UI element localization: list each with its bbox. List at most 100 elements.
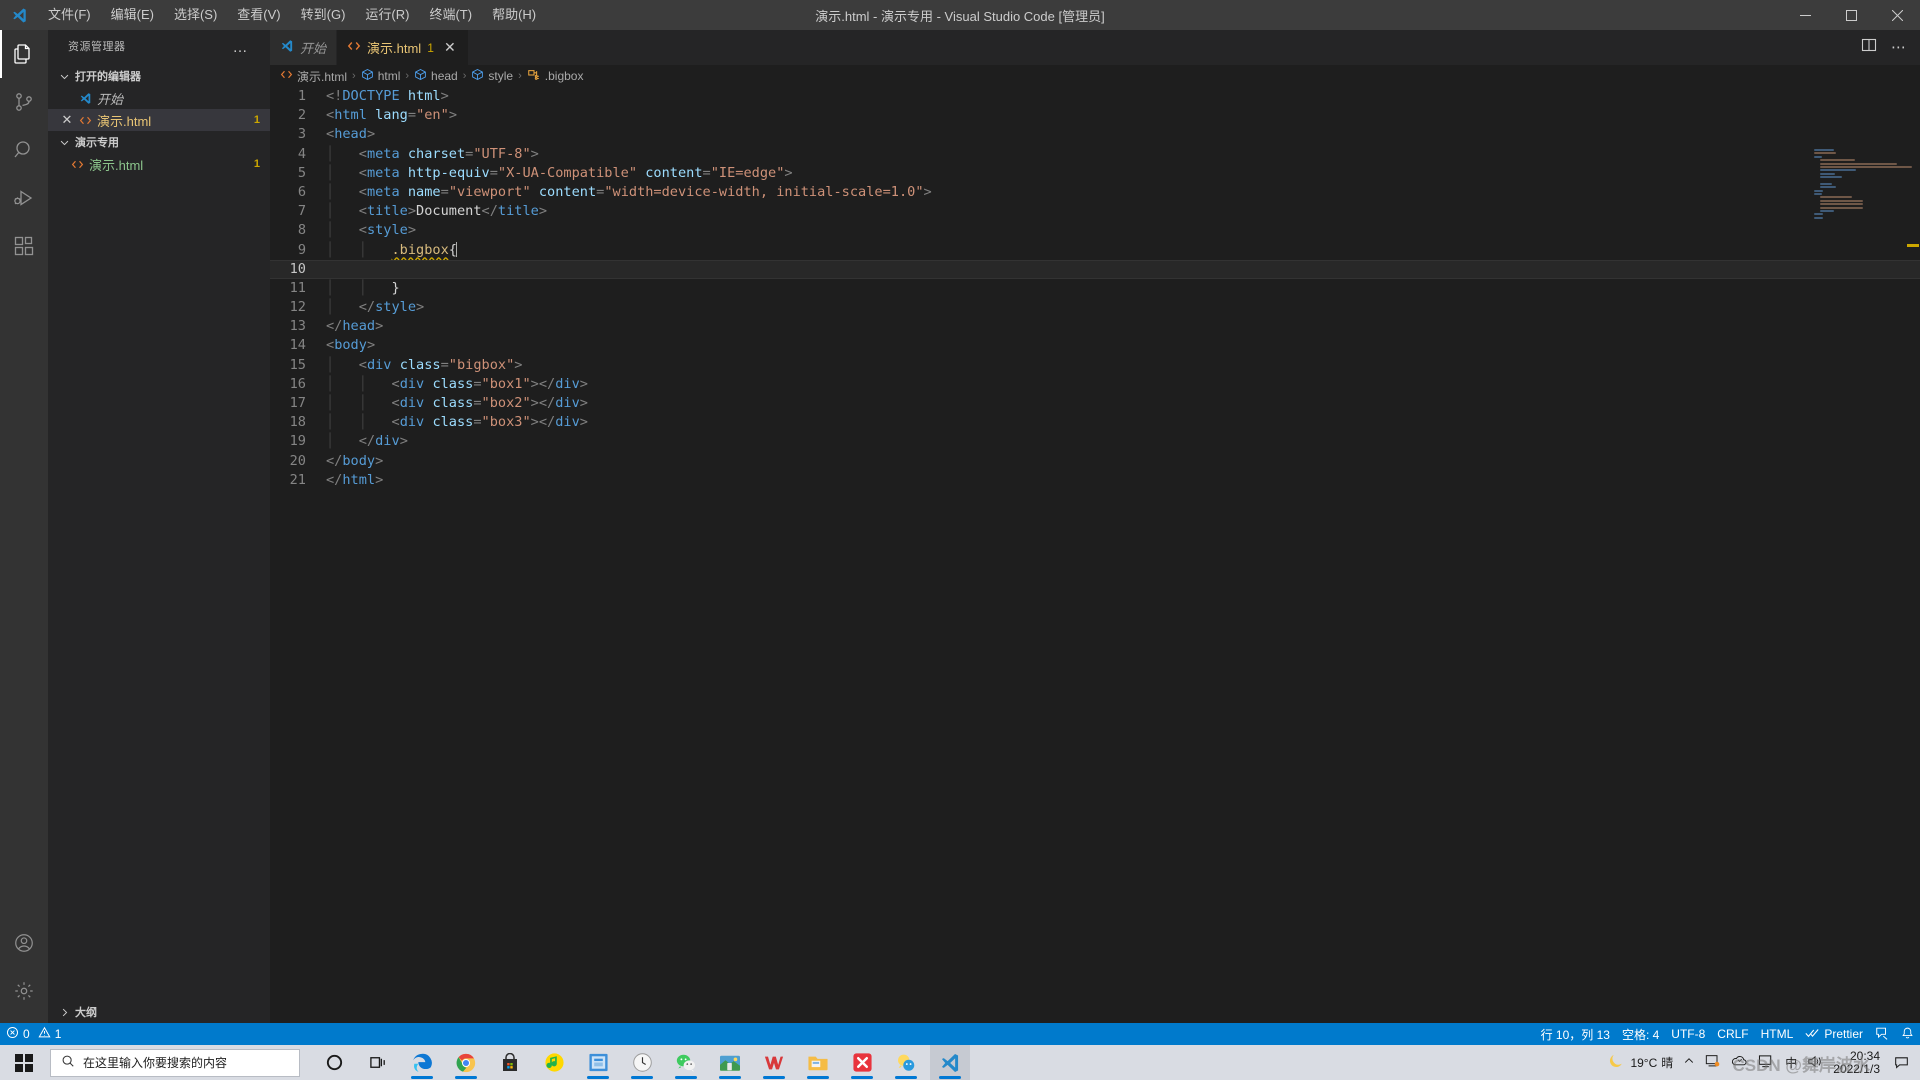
code-line[interactable]: 11 │ │ } [270,279,1920,298]
breadcrumb-item-style[interactable]: style [471,68,513,84]
code-line[interactable]: 9 │ │ .bigbox{ [270,241,1920,260]
code-line[interactable]: 17 │ │ <div class="box2"></div> [270,394,1920,413]
code-line[interactable]: 4 │ <meta charset="UTF-8"> [270,145,1920,164]
taskbar-winrar-icon[interactable] [710,1045,750,1080]
breadcrumb-item-head[interactable]: head [414,68,458,84]
status-notifications[interactable] [1895,1023,1920,1045]
status-eol[interactable]: CRLF [1711,1023,1754,1045]
menu-selection[interactable]: 选择(S) [164,0,227,30]
activity-source-control-icon[interactable] [0,78,48,126]
sidebar-more-icon[interactable]: … [233,30,251,65]
window-controls[interactable] [1782,0,1920,30]
minimize-button[interactable] [1782,0,1828,30]
code-line[interactable]: 6 │ <meta name="viewport" content="width=… [270,183,1920,202]
close-icon[interactable]: ✕ [58,112,76,128]
section-open-editors[interactable]: 打开的编辑器 [48,65,270,87]
close-button[interactable] [1874,0,1920,30]
code-line[interactable]: 15 │ <div class="bigbox"> [270,356,1920,375]
menu-run[interactable]: 运行(R) [355,0,419,30]
tray-onedrive-icon[interactable] [1731,1054,1748,1071]
menu-file[interactable]: 文件(F) [38,0,101,30]
warning-marker[interactable] [1907,244,1919,247]
menu-terminal[interactable]: 终端(T) [419,0,482,30]
tab-close-icon[interactable]: ✕ [442,39,458,56]
tray-clock[interactable]: 20:34 2022/1/3 [1833,1049,1880,1076]
taskbar-cortana-icon[interactable] [314,1045,354,1080]
status-problems[interactable]: 0 1 [0,1023,67,1045]
status-feedback[interactable] [1869,1023,1895,1045]
status-prettier[interactable]: Prettier [1799,1023,1869,1045]
tray-ime-icon[interactable]: 中 [1785,1054,1797,1071]
breadcrumb-label: style [488,69,514,83]
section-outline[interactable]: 大纲 [48,1001,270,1023]
code-line[interactable]: 20 </body> [270,452,1920,471]
activity-explorer-icon[interactable] [0,30,48,78]
code-line[interactable]: 21 </html> [270,471,1920,490]
prettier-label: Prettier [1824,1027,1863,1041]
more-actions-icon[interactable]: ⋯ [1891,40,1906,55]
taskbar-clock-app-icon[interactable] [622,1045,662,1080]
taskbar-task-view-icon[interactable] [358,1045,398,1080]
breadcrumb-item-file[interactable]: 演示.html [280,68,347,85]
code-lines[interactable]: 1 <!DOCTYPE html> 2 <html lang="en"> 3 <head>… [270,87,1920,490]
taskbar-chrome-icon[interactable] [446,1045,486,1080]
taskbar-qq-icon[interactable] [886,1045,926,1080]
tray-notification-icon[interactable] [1890,1055,1912,1070]
code-line[interactable]: 8 │ <style> [270,221,1920,240]
status-encoding[interactable]: UTF-8 [1665,1023,1711,1045]
status-indentation[interactable]: 空格: 4 [1616,1023,1665,1045]
code-editor[interactable]: 1 <!DOCTYPE html> 2 <html lang="en"> 3 <head>… [270,87,1920,1023]
code-line[interactable]: 19 │ </div> [270,432,1920,451]
menu-go[interactable]: 转到(G) [291,0,356,30]
code-line[interactable]: 14 <body> [270,336,1920,355]
code-line[interactable]: 13 </head> [270,317,1920,336]
status-cursor-position[interactable]: 行 10，列 13 [1535,1023,1616,1045]
code-line[interactable]: 1 <!DOCTYPE html> [270,87,1920,106]
tray-display-icon[interactable] [1758,1054,1775,1072]
taskbar-wechat-icon[interactable] [666,1045,706,1080]
breadcrumb-item-bigbox[interactable]: .bigbox [527,68,583,85]
maximize-button[interactable] [1828,0,1874,30]
taskbar-screen-recorder-icon[interactable] [578,1045,618,1080]
taskbar-microsoft-store-icon[interactable] [490,1045,530,1080]
taskbar-qq-music-icon[interactable] [534,1045,574,1080]
taskbar-vscode-icon[interactable] [930,1045,970,1080]
taskbar-wps-icon[interactable] [754,1045,794,1080]
activity-settings-gear-icon[interactable] [0,967,48,1015]
tray-network-icon[interactable] [1705,1053,1721,1072]
code-line[interactable]: 2 <html lang="en"> [270,106,1920,125]
tray-weather[interactable]: 19°C 晴 [1607,1052,1673,1074]
taskbar-file-explorer-icon[interactable] [798,1045,838,1080]
tab-demo-html[interactable]: 演示.html 1 ✕ [337,30,469,65]
editor-scrollbar[interactable] [1906,144,1920,1023]
open-editor-demo-html[interactable]: ✕ 演示.html 1 [48,109,270,131]
menu-view[interactable]: 查看(V) [227,0,290,30]
code-line[interactable]: 5 │ <meta http-equiv="X-UA-Compatible" co… [270,164,1920,183]
status-language-mode[interactable]: HTML [1755,1023,1800,1045]
activity-extensions-icon[interactable] [0,222,48,270]
activity-search-icon[interactable] [0,126,48,174]
code-line[interactable]: 18 │ │ <div class="box3"></div> [270,413,1920,432]
tab-start[interactable]: 开始 [270,30,338,65]
code-line[interactable]: 10 [270,259,1920,279]
code-line[interactable]: 7 │ <title>Document</title> [270,202,1920,221]
menu-edit[interactable]: 编辑(E) [101,0,164,30]
file-demo-html[interactable]: 演示.html 1 [48,153,270,175]
tray-expand-chevron-icon[interactable] [1683,1055,1695,1070]
taskbar-xmind-icon[interactable] [842,1045,882,1080]
menu-bar[interactable]: 文件(F) 编辑(E) 选择(S) 查看(V) 转到(G) 运行(R) 终端(T… [38,0,546,30]
breadcrumb-item-html[interactable]: html [361,68,400,84]
start-button-icon[interactable] [0,1045,48,1080]
code-line[interactable]: 16 │ │ <div class="box1"></div> [270,375,1920,394]
activity-run-debug-icon[interactable] [0,174,48,222]
menu-help[interactable]: 帮助(H) [482,0,546,30]
code-line[interactable]: 12 │ </style> [270,298,1920,317]
taskbar-search-box[interactable]: 在这里输入你要搜索的内容 [50,1048,300,1077]
section-folder[interactable]: 演示专用 [48,131,270,153]
taskbar-edge-icon[interactable] [402,1045,442,1080]
split-editor-icon[interactable] [1861,37,1877,58]
activity-account-icon[interactable] [0,919,48,967]
code-line[interactable]: 3 <head> [270,125,1920,144]
tray-volume-icon[interactable] [1807,1054,1823,1072]
open-editor-start[interactable]: 开始 [48,87,270,109]
